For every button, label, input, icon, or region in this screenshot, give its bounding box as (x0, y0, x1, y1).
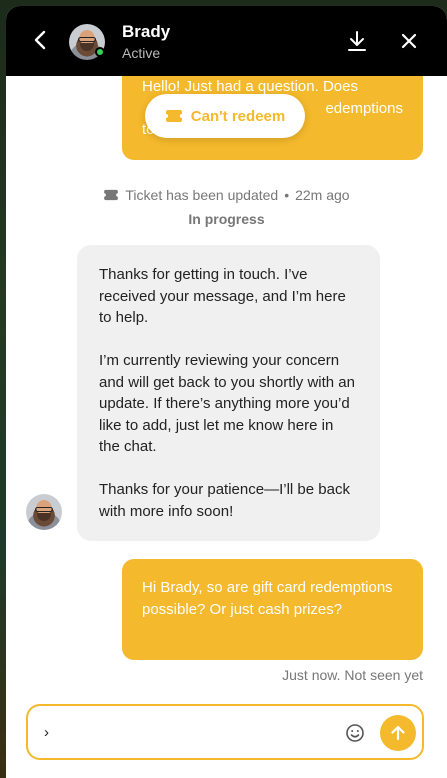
chat-widget: Brady Active Hello! Just had a question.… (6, 6, 447, 778)
agent-name: Brady (122, 22, 171, 41)
ticket-icon (104, 189, 119, 201)
chip-label: Can't redeem (190, 107, 286, 125)
online-status-dot (95, 47, 105, 57)
message-paragraph: Thanks for getting in touch. I’ve receiv… (99, 266, 346, 326)
agent-status: Active (122, 45, 161, 61)
message-status: Just now. Not seen yet (282, 667, 423, 683)
ticket-update-notice: Ticket has been updated • 22m ago (6, 187, 447, 203)
message-composer (26, 704, 424, 760)
agent-avatar (26, 494, 62, 530)
download-button[interactable] (346, 30, 368, 52)
ticket-update-text: Ticket has been updated (125, 187, 279, 203)
back-button[interactable] (30, 28, 50, 52)
ticket-status: In progress (188, 211, 265, 227)
ticket-update-time: 22m ago (295, 187, 350, 203)
ticket-icon (165, 110, 182, 122)
user-message-bubble: Hi Brady, so are gift card redemptions p… (122, 559, 423, 660)
agent-message-bubble: Thanks for getting in touch. I’ve receiv… (77, 245, 380, 541)
cant-redeem-chip[interactable]: Can't redeem (145, 94, 305, 138)
message-input[interactable] (44, 720, 334, 744)
message-paragraph: I’m currently reviewing your concern and… (99, 352, 355, 455)
send-button[interactable] (380, 715, 416, 751)
message-paragraph: Thanks for your patience—I’ll be back wi… (99, 481, 350, 520)
close-button[interactable] (399, 31, 419, 51)
separator-dot: • (284, 187, 290, 203)
emoji-button[interactable] (344, 722, 366, 744)
chevron-left-icon (34, 30, 46, 50)
smiley-icon (346, 724, 364, 742)
chat-header: Brady Active (6, 6, 447, 76)
download-icon (348, 31, 366, 51)
arrow-up-icon (391, 725, 405, 741)
close-icon (401, 33, 417, 49)
